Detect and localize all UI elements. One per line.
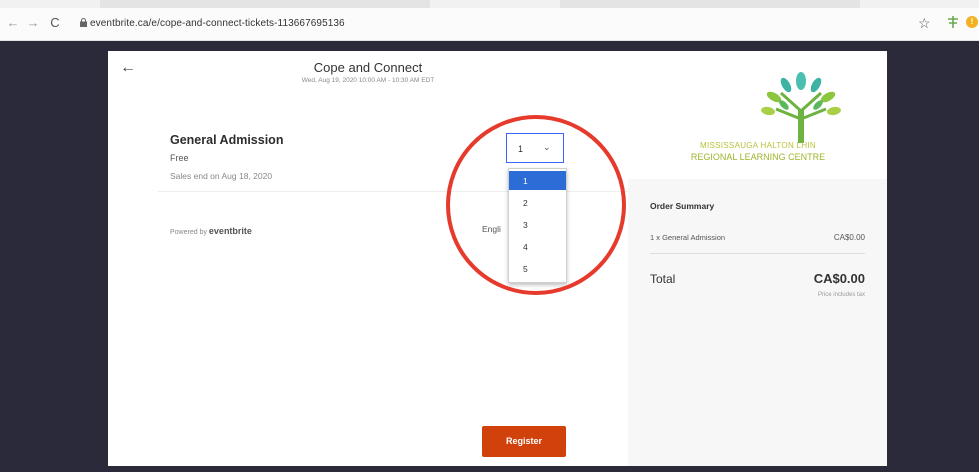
order-line-amount: CA$0.00 (833, 233, 865, 242)
address-bar[interactable]: eventbrite.ca/e/cope-and-connect-tickets… (90, 18, 345, 29)
eventbrite-logo[interactable]: eventbrite (209, 226, 252, 236)
lock-icon (80, 18, 87, 27)
order-summary-title: Order Summary (650, 201, 715, 211)
order-line-label: 1 x General Admission (650, 233, 726, 242)
extension-icon[interactable] (946, 15, 960, 29)
extension-badge-icon[interactable]: ! (966, 16, 978, 28)
tab[interactable] (560, 0, 860, 8)
tree-logo-icon (761, 72, 841, 143)
total-amount: CA$0.00 (813, 271, 865, 286)
reload-icon[interactable]: C (48, 16, 62, 30)
ticket-price: Free (170, 153, 189, 163)
tax-note: Price includes tax (817, 292, 865, 298)
back-arrow-icon[interactable]: ← (6, 16, 20, 30)
powered-by: Powered by eventbrite (170, 226, 252, 236)
register-button[interactable]: Register (482, 426, 566, 457)
organizer-name-line2: REGIONAL LEARNING CENTRE (690, 152, 826, 162)
divider (650, 253, 865, 254)
order-panel: MISSISSAUGA HALTON LHIN REGIONAL LEARNIN… (628, 51, 887, 466)
ticket-sales-end: Sales end on Aug 18, 2020 (170, 171, 273, 181)
tab-strip (0, 0, 979, 8)
powered-prefix: Powered by (170, 229, 207, 236)
bookmark-star-icon[interactable]: ☆ (918, 15, 931, 32)
tab[interactable] (100, 0, 430, 8)
annotation-circle (446, 115, 626, 295)
ticket-name: General Admission (170, 133, 284, 147)
event-title: Cope and Connect (313, 60, 423, 75)
organizer-logo: MISSISSAUGA HALTON LHIN REGIONAL LEARNIN… (628, 51, 887, 179)
event-datetime: Wed, Aug 19, 2020 10:00 AM - 10:30 AM ED… (301, 77, 435, 84)
browser-chrome: ← → C eventbrite.ca/e/cope-and-connect-t… (0, 0, 979, 41)
total-label: Total (650, 272, 676, 286)
forward-arrow-icon[interactable]: → (26, 16, 40, 30)
organizer-name-line1: MISSISSAUGA HALTON LHIN (700, 141, 816, 150)
